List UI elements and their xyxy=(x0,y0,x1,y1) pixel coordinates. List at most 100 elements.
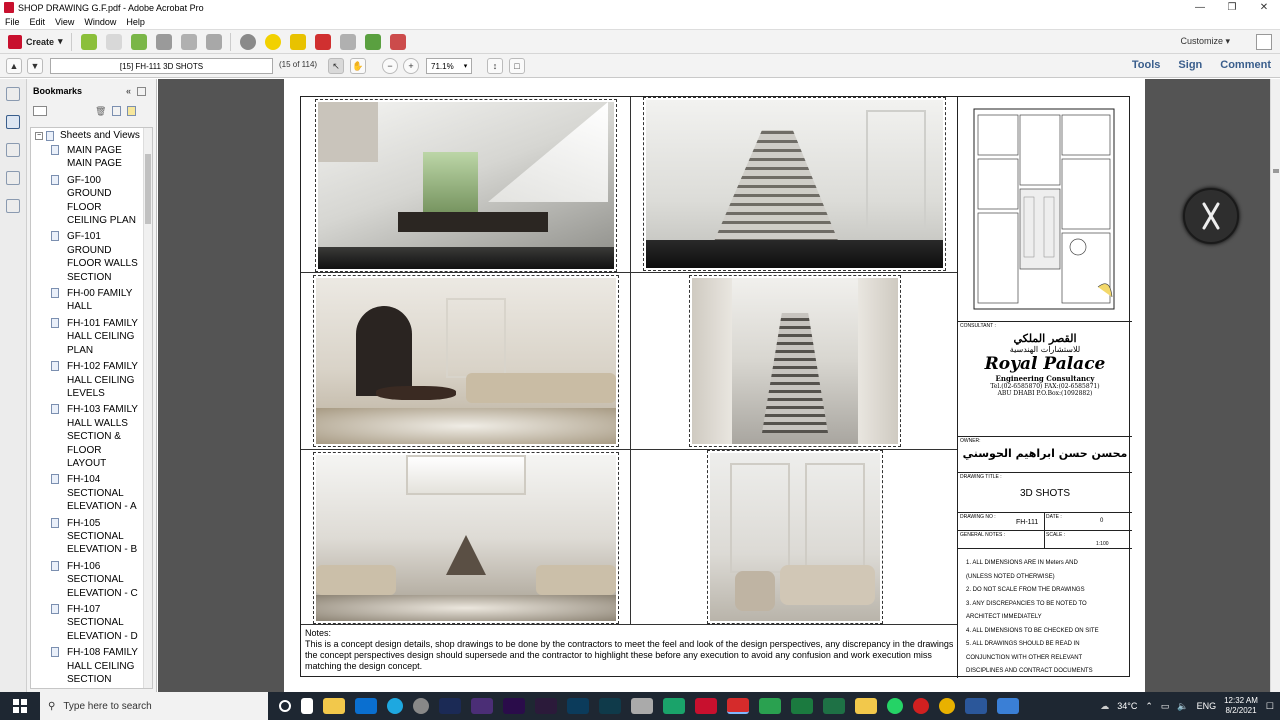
bookmark-root[interactable]: − Sheets and Views xyxy=(31,128,152,141)
bookmark-item[interactable]: FH-103 FAMILY HALL WALLS SECTION & FLOOR… xyxy=(31,403,152,470)
media-player-icon[interactable] xyxy=(759,698,781,714)
new-bookmark-icon[interactable] xyxy=(112,106,122,116)
hand-tool-icon[interactable]: ✋ xyxy=(350,58,366,74)
bookmark-item[interactable]: FH-104 SECTIONAL ELEVATION - A xyxy=(31,473,152,513)
menu-view[interactable]: View xyxy=(50,17,79,27)
collapse-icon[interactable]: − xyxy=(35,131,43,140)
delete-bookmark-icon[interactable]: 🗑 xyxy=(95,106,106,117)
photoshop-express-icon[interactable] xyxy=(413,698,429,714)
previous-page-button[interactable]: ▲ xyxy=(6,58,22,74)
edge-icon[interactable] xyxy=(387,698,403,714)
scrollbar-thumb[interactable] xyxy=(145,154,151,224)
taskbar-search-box[interactable]: ⚲ Type here to search xyxy=(40,692,268,720)
comment-icon[interactable] xyxy=(264,33,281,50)
bookmarks-scrollbar[interactable] xyxy=(143,128,152,688)
bookmark-item[interactable]: GF-101 GROUND FLOOR WALLS SECTION xyxy=(31,230,152,284)
folder-icon[interactable] xyxy=(855,698,877,714)
export-icon[interactable] xyxy=(389,33,406,50)
settings-icon[interactable] xyxy=(239,33,256,50)
signatures-icon[interactable] xyxy=(6,199,20,213)
attachments-icon[interactable] xyxy=(6,143,20,157)
document-scrollbar[interactable] xyxy=(1270,79,1280,692)
select-tool-icon[interactable]: ↖ xyxy=(328,58,344,74)
cloud-upload-icon[interactable] xyxy=(130,33,147,50)
tray-chevron-icon[interactable]: ⌃ xyxy=(1145,701,1153,712)
opera-icon[interactable] xyxy=(913,698,929,714)
edit-icon[interactable] xyxy=(180,33,197,50)
photoshop-icon[interactable] xyxy=(567,698,589,714)
scrollbar-thumb[interactable] xyxy=(1273,169,1279,173)
notifications-icon[interactable]: ☐ xyxy=(1266,701,1274,712)
layers-icon[interactable] xyxy=(6,171,20,185)
chrome-icon[interactable] xyxy=(939,698,955,714)
fit-width-icon[interactable]: ↕ xyxy=(487,58,503,74)
file-explorer-icon[interactable] xyxy=(323,698,345,714)
premiere-icon[interactable] xyxy=(471,698,493,714)
app-window-icon[interactable] xyxy=(997,698,1019,714)
options-menu-icon[interactable] xyxy=(33,106,47,116)
bookmark-item[interactable]: MAIN PAGE MAIN PAGE xyxy=(31,144,152,171)
page-number-field[interactable]: [15] FH-111 3D SHOTS xyxy=(50,58,273,74)
sign-link[interactable]: Sign xyxy=(1178,59,1202,71)
tools-link[interactable]: Tools xyxy=(1132,59,1161,71)
bookmarks-icon[interactable] xyxy=(6,115,20,129)
app-icon[interactable] xyxy=(631,698,653,714)
redact-icon[interactable] xyxy=(314,33,331,50)
photoshop-2-icon[interactable] xyxy=(599,698,621,714)
document-view[interactable]: Notes: This is a concept design details,… xyxy=(158,79,1270,692)
comment-link[interactable]: Comment xyxy=(1220,59,1271,71)
language-indicator[interactable]: ENG xyxy=(1197,701,1217,711)
overlay-x-logo-button[interactable] xyxy=(1183,188,1239,244)
fit-page-icon[interactable]: □ xyxy=(509,58,525,74)
volume-icon[interactable]: 🔈 xyxy=(1177,701,1188,712)
whatsapp-icon[interactable] xyxy=(887,698,903,714)
temperature[interactable]: 34°C xyxy=(1117,701,1137,711)
menu-file[interactable]: File xyxy=(0,17,25,27)
bookmark-item[interactable]: FH-102 FAMILY HALL CEILING LEVELS xyxy=(31,360,152,400)
coreldraw-icon[interactable] xyxy=(791,698,813,714)
expand-icon[interactable] xyxy=(1256,34,1272,50)
bookmark-item[interactable]: FH-108 FAMILY HALL CEILING SECTION xyxy=(31,646,152,686)
audition-icon[interactable] xyxy=(439,698,461,714)
share-icon[interactable] xyxy=(364,33,381,50)
panel-options-icon[interactable] xyxy=(137,86,147,96)
restore-icon[interactable]: ❐ xyxy=(1216,0,1248,15)
bookmark-item[interactable]: FH-105 SECTIONAL ELEVATION - B xyxy=(31,517,152,557)
collapse-panel-icon[interactable]: « xyxy=(126,86,131,96)
highlight-icon[interactable] xyxy=(289,33,306,50)
page-thumbnails-icon[interactable] xyxy=(6,87,20,101)
premiere-pro-icon[interactable] xyxy=(535,698,557,714)
bookmark-item[interactable]: FH-00 FAMILY HALL xyxy=(31,287,152,314)
zoom-out-icon[interactable]: − xyxy=(382,58,398,74)
bookmark-item[interactable]: FH-107 SECTIONAL ELEVATION - D xyxy=(31,603,152,643)
mail-icon[interactable] xyxy=(355,698,377,714)
menu-window[interactable]: Window xyxy=(79,17,121,27)
autocad-icon[interactable] xyxy=(695,698,717,714)
cortana-icon[interactable] xyxy=(279,700,291,712)
bookmark-item[interactable]: FH-101 FAMILY HALL CEILING PLAN xyxy=(31,317,152,357)
customize-dropdown[interactable]: Customize ▾ xyxy=(1180,36,1230,47)
network-icon[interactable]: ▭ xyxy=(1161,701,1170,712)
excel-icon[interactable] xyxy=(823,698,845,714)
weather-icon[interactable]: ☁ xyxy=(1100,701,1109,712)
print-icon[interactable] xyxy=(155,33,172,50)
close-icon[interactable]: ✕ xyxy=(1248,0,1280,15)
windows-start-icon[interactable] xyxy=(0,692,40,720)
bookmark-item[interactable]: FH-106 SECTIONAL ELEVATION - C xyxy=(31,560,152,600)
next-page-button[interactable]: ▼ xyxy=(27,58,43,74)
acrobat-taskbar-icon[interactable] xyxy=(727,698,749,714)
clock[interactable]: 12:32 AM 8/2/2021 xyxy=(1224,696,1258,716)
zoom-in-icon[interactable]: + xyxy=(403,58,419,74)
expand-bookmark-icon[interactable] xyxy=(127,106,137,116)
minimize-icon[interactable]: — xyxy=(1184,0,1216,15)
menu-help[interactable]: Help xyxy=(121,17,150,27)
word-icon[interactable] xyxy=(965,698,987,714)
stamp-icon[interactable] xyxy=(339,33,356,50)
email-icon[interactable] xyxy=(205,33,222,50)
sketchup-icon[interactable] xyxy=(663,698,685,714)
bookmark-item[interactable]: GF-100 GROUND FLOOR CEILING PLAN xyxy=(31,174,152,228)
menu-edit[interactable]: Edit xyxy=(25,17,51,27)
after-effects-icon[interactable] xyxy=(503,698,525,714)
open-folder-icon[interactable] xyxy=(80,33,97,50)
create-button[interactable]: Create ▾ xyxy=(8,34,63,49)
